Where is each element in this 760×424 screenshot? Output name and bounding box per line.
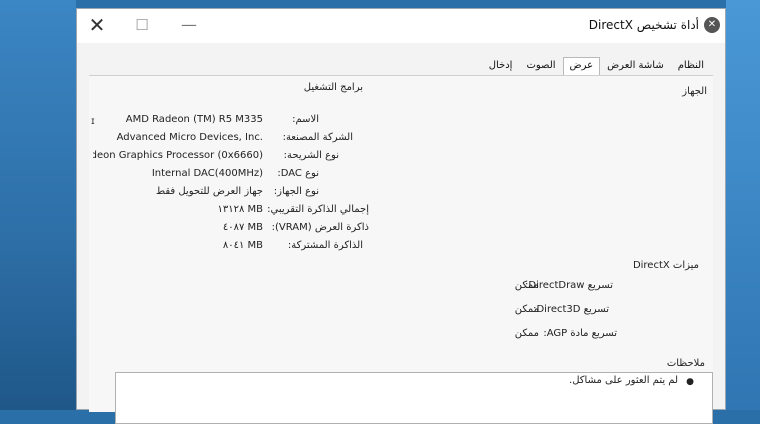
tab-display[interactable]: شاشة العرض [600, 57, 671, 75]
vram-label: ذاكرة العرض (VRAM): [271, 222, 369, 233]
dac-type-value: Internal DAC(400MHz) [151, 168, 263, 179]
note-item: لم يتم العثور على مشاكل. [569, 375, 678, 386]
agp-value: ممكن [514, 328, 539, 339]
manufacturer-value: Advanced Micro Devices, Inc. [116, 132, 263, 143]
maximize-button[interactable]: ☐ [127, 13, 157, 37]
clipped-text-marker: ɪ [91, 116, 95, 127]
note-bullet: ● [686, 377, 694, 387]
chip-type-label: نوع الشريحة: [283, 150, 339, 161]
directx-features-title: ميزات DirectX [632, 260, 699, 271]
directdraw-value: ممكن [514, 280, 539, 291]
device-type-value: جهاز العرض للتحويل فقط [155, 186, 263, 197]
shared-memory-value: ٨٠٤١ MB [222, 240, 263, 251]
dxdiag-window: ✕ ☐ — أداة تشخيص DirectX ✕ النظام شاشة ا… [76, 8, 726, 424]
tab-system[interactable]: النظام [671, 57, 711, 75]
total-memory-label: إجمالي الذاكرة التقريبي: [267, 204, 369, 215]
total-memory-value: ١٣١٢٨ MB [217, 204, 263, 215]
notes-box[interactable]: ● لم يتم العثور على مشاكل. [115, 372, 713, 424]
shared-memory-label: الذاكرة المشتركة: [287, 240, 363, 251]
notes-title: ملاحظات [666, 358, 705, 369]
tab-strip: النظام شاشة العرض عرض الصوت إدخال [482, 57, 711, 75]
dac-type-label: نوع DAC: [277, 168, 319, 179]
vram-value: ٤٠٨٧ MB [222, 222, 263, 233]
agp-label: تسريع مادة AGP: [543, 328, 617, 339]
close-button[interactable]: ✕ [82, 13, 112, 37]
drivers-section-title: برامج التشغيل [303, 82, 363, 93]
manufacturer-label: الشركة المصنعة: [282, 132, 353, 143]
direct3d-value: ممكن [514, 304, 539, 315]
directx-app-icon: ✕ [704, 17, 720, 33]
device-type-label: نوع الجهاز: [273, 186, 319, 197]
render-tab-panel: ɪ الجهاز برامج التشغيل الاسم: AMD Radeon… [89, 75, 713, 424]
desktop-background-right [726, 0, 760, 410]
device-name-label: الاسم: [292, 114, 319, 125]
tab-render[interactable]: عرض [562, 57, 601, 75]
device-section-title: الجهاز [682, 86, 707, 97]
title-bar[interactable]: ✕ ☐ — أداة تشخيص DirectX ✕ [77, 9, 725, 43]
window-title: أداة تشخيص DirectX [588, 18, 699, 32]
desktop-background-left [0, 0, 76, 410]
direct3d-label: تسريع Direct3D: [533, 304, 609, 315]
device-name-value: AMD Radeon (TM) R5 M335 [125, 114, 263, 125]
minimize-button[interactable]: — [174, 13, 204, 37]
tab-sound[interactable]: الصوت [519, 57, 562, 75]
tab-input[interactable]: إدخال [482, 57, 520, 75]
chip-type-value: Radeon Graphics Processor (0x6660) [93, 150, 263, 161]
